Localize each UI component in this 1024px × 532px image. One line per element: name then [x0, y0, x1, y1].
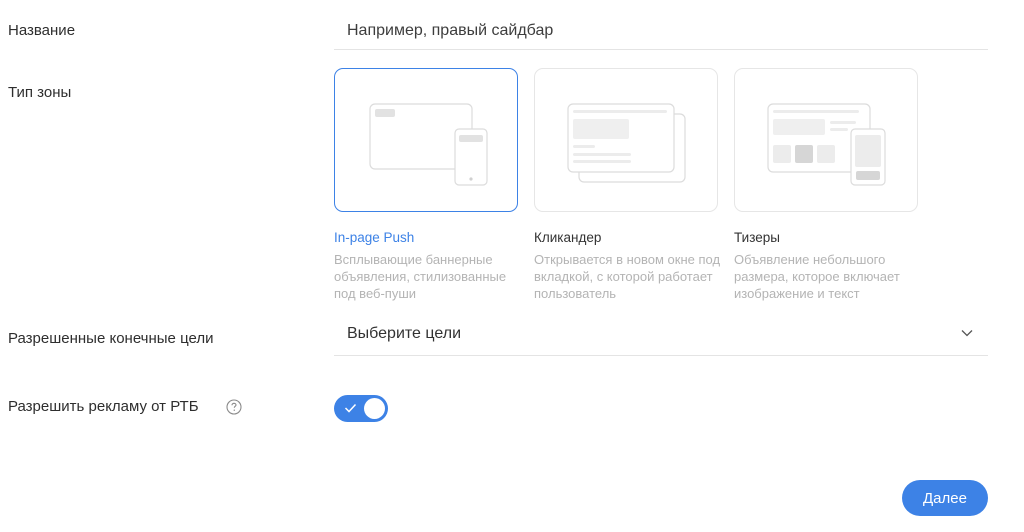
- question-circle-icon[interactable]: [226, 399, 242, 415]
- next-button[interactable]: Далее: [902, 480, 988, 516]
- zone-title-clickunder: Кликандер: [534, 230, 602, 245]
- clickunder-illustration-icon: [567, 103, 686, 183]
- zone-card-clickunder[interactable]: [534, 68, 718, 212]
- in-page-push-illustration-icon: [369, 103, 488, 186]
- check-icon: [344, 403, 357, 413]
- goals-select-value: Выберите цели: [347, 325, 462, 342]
- rtb-label: Разрешить рекламу от РТБ: [8, 398, 199, 415]
- rtb-toggle[interactable]: [334, 395, 388, 422]
- toggle-knob: [364, 398, 385, 419]
- teasers-illustration-icon: [767, 103, 886, 186]
- goals-label: Разрешенные конечные цели: [8, 330, 214, 347]
- name-input[interactable]: [334, 15, 1001, 47]
- zone-title-in-page-push: In-page Push: [334, 230, 415, 245]
- name-label: Название: [8, 22, 76, 39]
- name-field-wrapper: [334, 15, 1001, 50]
- zone-card-teasers[interactable]: [734, 68, 918, 212]
- zone-title-teasers: Тизеры: [734, 230, 780, 245]
- goals-select[interactable]: Выберите цели: [334, 316, 988, 356]
- zone-desc-teasers: Объявление небольшого размера, которое в…: [734, 252, 900, 301]
- zone-desc-in-page-push: Всплывающие баннерные объявления, стилиз…: [334, 252, 507, 301]
- zone-type-label: Тип зоны: [8, 84, 72, 101]
- zone-desc-clickunder: Открывается в новом окне под вкладкой, с…: [534, 252, 721, 301]
- chevron-down-icon[interactable]: [960, 326, 974, 340]
- zone-card-in-page-push[interactable]: [334, 68, 518, 212]
